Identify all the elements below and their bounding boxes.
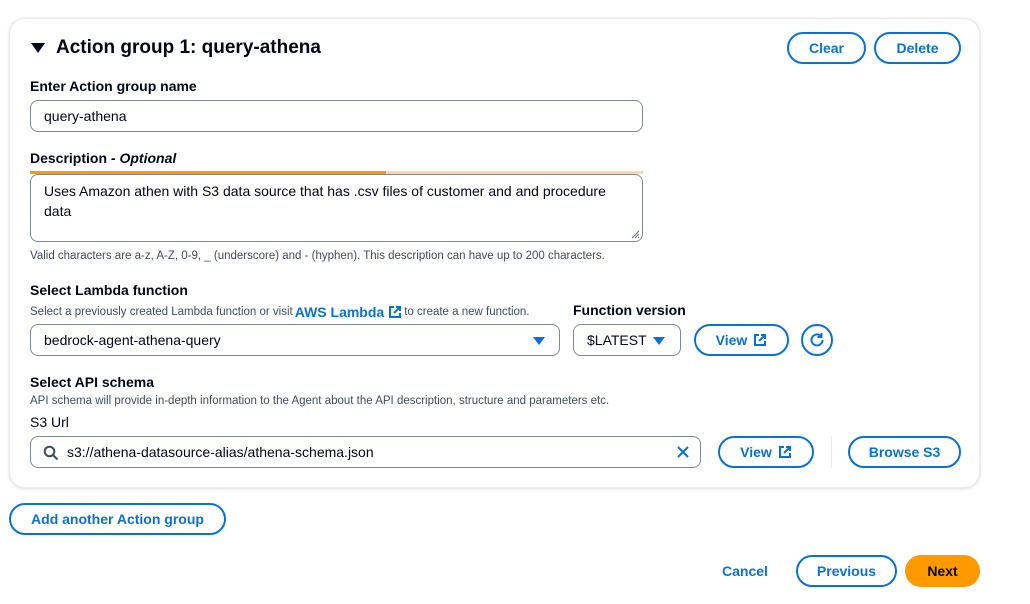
s3-url-value: s3://athena-datasource-alias/athena-sche… [67, 444, 374, 460]
action-group-title[interactable]: Action group 1: query-athena [56, 37, 321, 59]
delete-button[interactable]: Delete [874, 32, 961, 64]
action-group-name-input[interactable]: query-athena [30, 100, 643, 132]
clear-button[interactable]: Clear [787, 32, 866, 64]
lambda-hint-before: Select a previously created Lambda funct… [30, 306, 293, 318]
cancel-button[interactable]: Cancel [722, 563, 768, 579]
description-textarea[interactable]: Uses Amazon athen with S3 data source th… [30, 174, 643, 242]
description-value: Uses Amazon athen with S3 data source th… [44, 183, 606, 219]
next-button[interactable]: Next [905, 555, 980, 587]
add-action-group-button[interactable]: Add another Action group [9, 503, 226, 535]
add-action-group-label: Add another Action group [31, 511, 204, 527]
description-optional: Optional [119, 150, 177, 166]
refresh-icon [810, 333, 824, 347]
external-link-icon[interactable] [388, 305, 402, 319]
lambda-hint-after: to create a new function. [404, 306, 530, 318]
description-label-text: Description - [30, 150, 120, 166]
previous-label: Previous [816, 563, 877, 579]
description-hint: Valid characters are a-z, A-Z, 0-9, _ (u… [30, 250, 605, 262]
caret-down-icon [653, 337, 665, 345]
clear-button-label: Clear [808, 40, 845, 56]
browse-s3-button[interactable]: Browse S3 [848, 436, 961, 468]
next-label: Next [927, 563, 958, 579]
s3-url-label: S3 Url [30, 414, 69, 430]
external-link-icon [754, 334, 767, 346]
divider [831, 436, 832, 468]
aws-lambda-link[interactable]: AWS Lambda [295, 304, 384, 320]
external-link-icon [778, 446, 791, 458]
caret-down-icon [533, 337, 545, 345]
search-icon [43, 445, 59, 461]
clear-x-icon[interactable] [676, 445, 690, 459]
action-group-name-label: Enter Action group name [30, 78, 197, 94]
previous-button[interactable]: Previous [796, 555, 897, 587]
resize-handle-icon[interactable] [630, 229, 640, 239]
function-version-select[interactable]: $LATEST [573, 324, 681, 356]
lambda-view-button[interactable]: View [694, 324, 789, 356]
api-schema-hint: API schema will provide in-depth informa… [30, 395, 610, 407]
api-schema-label: Select API schema [30, 374, 154, 390]
refresh-button[interactable] [801, 324, 833, 356]
lambda-function-value: bedrock-agent-athena-query [44, 332, 221, 348]
lambda-function-select[interactable]: bedrock-agent-athena-query [30, 324, 560, 356]
function-version-label: Function version [573, 302, 686, 318]
action-group-name-value: query-athena [44, 108, 127, 124]
lambda-hint: Select a previously created Lambda funct… [30, 304, 530, 320]
lambda-label: Select Lambda function [30, 282, 188, 298]
collapse-caret-icon[interactable] [31, 43, 45, 53]
lambda-view-label: View [715, 332, 748, 348]
delete-button-label: Delete [896, 40, 939, 56]
description-label: Description - Optional [30, 150, 176, 166]
action-group-panel: Action group 1: query-athena Clear Delet… [9, 18, 980, 488]
s3-url-input[interactable]: s3://athena-datasource-alias/athena-sche… [30, 436, 701, 468]
browse-s3-label: Browse S3 [868, 444, 941, 460]
s3-view-label: View [740, 444, 772, 460]
function-version-value: $LATEST [587, 332, 647, 348]
s3-view-button[interactable]: View [718, 436, 814, 468]
